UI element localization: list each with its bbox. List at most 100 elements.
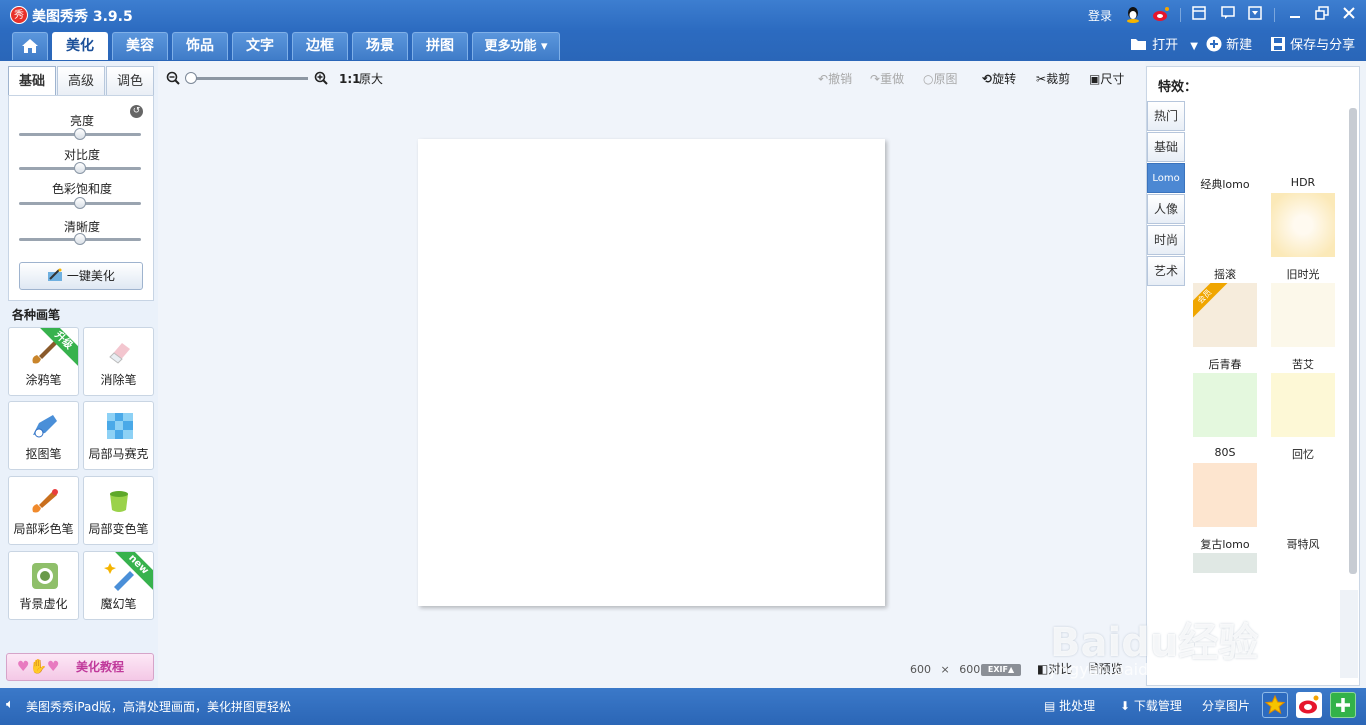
effect-thumbnail[interactable]: 会员 [1193, 283, 1257, 347]
beautify-tutorial-button[interactable]: ♥✋♥ 美化教程 [6, 653, 154, 681]
download-manager-button[interactable]: ⬇ 下载管理 [1120, 697, 1182, 714]
tab-home[interactable] [12, 32, 48, 60]
effects-scrollbar[interactable] [1349, 108, 1357, 574]
effect-thumbnail[interactable] [1193, 193, 1257, 257]
one-click-beautify-button[interactable]: 一键美化 [19, 262, 143, 290]
partial-recolor-brush-button[interactable]: 局部变色笔 [83, 476, 154, 545]
batch-button[interactable]: ▤ 批处理 [1044, 697, 1095, 714]
effect-label: 复古lomo [1200, 538, 1250, 551]
minimize-icon[interactable] [1286, 6, 1304, 24]
effect-thumbnail[interactable] [1193, 553, 1257, 573]
saturation-slider[interactable] [19, 197, 141, 209]
contrast-slider[interactable] [19, 162, 141, 174]
effect-thumbnail[interactable] [1193, 373, 1257, 437]
undo-button[interactable]: ↶撤销 [818, 71, 852, 87]
tab-accessories[interactable]: 饰品 [172, 32, 228, 60]
resize-button[interactable]: ▣尺寸 [1089, 71, 1124, 87]
share-image-label[interactable]: 分享图片 [1202, 697, 1250, 714]
effects-tab-basic[interactable]: 基础 [1147, 132, 1185, 162]
sharpness-slider-knob[interactable] [74, 233, 86, 245]
status-bar: 🔈︎ 美图秀秀iPad版，高清处理画面，美化拼图更轻松 ▤ 批处理 ⬇ 下载管理… [0, 688, 1366, 725]
eraser-brush-button[interactable]: 消除笔 [83, 327, 154, 396]
menu-icon[interactable] [1246, 6, 1264, 24]
share-weibo-button[interactable] [1296, 692, 1322, 718]
tab-border[interactable]: 边框 [292, 32, 348, 60]
effect-thumbnail[interactable] [1271, 553, 1335, 573]
skin-icon[interactable] [1190, 6, 1208, 24]
title-separator [1180, 8, 1181, 22]
subtab-advanced[interactable]: 高级 [57, 66, 105, 96]
exif-button[interactable]: EXIF▲ [981, 664, 1021, 676]
plus-icon [1336, 698, 1350, 712]
effect-thumbnail[interactable] [1271, 283, 1335, 347]
rotate-button[interactable]: ⟲旋转 [982, 71, 1016, 87]
effects-box: 特效： 热门 基础 Lomo 人像 时尚 艺术 经典lomo HDR 摇滚 会员… [1146, 66, 1360, 686]
tab-scene[interactable]: 场景 [352, 32, 408, 60]
tab-face[interactable]: 美容 [112, 32, 168, 60]
tutorial-label: 美化教程 [75, 660, 124, 674]
feedback-icon[interactable] [1219, 6, 1237, 24]
effect-thumbnail[interactable] [1271, 193, 1335, 257]
background-blur-button[interactable]: 背景虚化 [8, 551, 79, 620]
subtab-basic[interactable]: 基础 [8, 66, 56, 96]
tab-more-features[interactable]: 更多功能 ▾ [472, 32, 560, 60]
share-qzone-button[interactable] [1262, 692, 1288, 718]
tab-beautify[interactable]: 美化 [52, 32, 108, 60]
partial-color-brush-button[interactable]: 局部彩色笔 [8, 476, 79, 545]
effect-label: 80S [1214, 446, 1236, 459]
original-button[interactable]: ○原图 [923, 71, 958, 87]
magic-brush-button[interactable]: 魔幻笔 new [83, 551, 154, 620]
open-button[interactable]: 打开 ▼ [1130, 36, 1198, 56]
actual-size-ratio[interactable]: 1:1 [339, 71, 361, 87]
speaker-icon: 🔈︎ [6, 697, 14, 712]
contrast-slider-knob[interactable] [74, 162, 86, 174]
saturation-slider-knob[interactable] [74, 197, 86, 209]
crop-button[interactable]: ✂裁剪 [1036, 71, 1070, 87]
effect-thumbnail[interactable] [1271, 373, 1335, 437]
save-share-button[interactable]: 保存与分享 [1270, 36, 1355, 56]
star-icon [1264, 694, 1286, 715]
chevron-down-icon[interactable]: ▼ [1190, 41, 1198, 52]
sharpness-slider[interactable] [19, 233, 141, 245]
image-width: 600 [910, 663, 931, 676]
effects-tab-hot[interactable]: 热门 [1147, 101, 1185, 131]
effects-scrollbar-track[interactable] [1340, 590, 1358, 678]
new-button[interactable]: 新建 [1206, 36, 1252, 56]
zoom-slider-knob[interactable] [185, 72, 197, 84]
download-label: 下载管理 [1133, 699, 1182, 713]
actual-size-button[interactable]: 原大 [359, 71, 383, 87]
zoom-slider[interactable] [190, 77, 308, 80]
zoom-in-icon[interactable] [314, 71, 328, 87]
subtab-color[interactable]: 调色 [106, 66, 154, 96]
brightness-slider[interactable] [19, 128, 141, 140]
effects-tab-lomo[interactable]: Lomo [1147, 163, 1185, 193]
graffiti-brush-button[interactable]: 涂鸦笔 升级 [8, 327, 79, 396]
brightness-slider-knob[interactable] [74, 128, 86, 140]
qq-icon[interactable] [1124, 6, 1142, 24]
mosaic-brush-button[interactable]: 局部马赛克 [83, 401, 154, 470]
save-share-label: 保存与分享 [1290, 38, 1356, 53]
maximize-icon[interactable] [1313, 6, 1331, 24]
weibo-icon[interactable] [1152, 6, 1170, 24]
effects-tab-art[interactable]: 艺术 [1147, 256, 1185, 286]
zoom-out-icon[interactable] [166, 71, 180, 87]
weibo-icon [1299, 695, 1319, 714]
photo-canvas[interactable] [418, 139, 885, 606]
add-share-button[interactable] [1330, 692, 1356, 718]
effect-thumbnail[interactable] [1271, 463, 1335, 527]
effects-tab-fashion[interactable]: 时尚 [1147, 225, 1185, 255]
main-tab-bar: 美化 美容 饰品 文字 边框 场景 拼图 更多功能 ▾ 打开 ▼ 新建 保存与分… [0, 31, 1366, 61]
cutout-brush-button[interactable]: 抠图笔 [8, 401, 79, 470]
tab-collage[interactable]: 拼图 [412, 32, 468, 60]
status-promo-text[interactable]: 美图秀秀iPad版，高清处理画面，美化拼图更轻松 [26, 698, 291, 715]
tab-text[interactable]: 文字 [232, 32, 288, 60]
title-bar: 秀 美图秀秀 3.9.5 登录 [0, 0, 1366, 31]
image-dimensions: 600 × 600 [910, 663, 980, 676]
paint-bucket-icon [110, 491, 128, 512]
effect-label: 后青春 [1208, 358, 1242, 371]
login-link[interactable]: 登录 [1088, 7, 1112, 24]
effect-thumbnail[interactable] [1193, 463, 1257, 527]
effects-tab-portrait[interactable]: 人像 [1147, 194, 1185, 224]
redo-button[interactable]: ↷重做 [870, 71, 904, 87]
close-icon[interactable] [1340, 6, 1358, 24]
